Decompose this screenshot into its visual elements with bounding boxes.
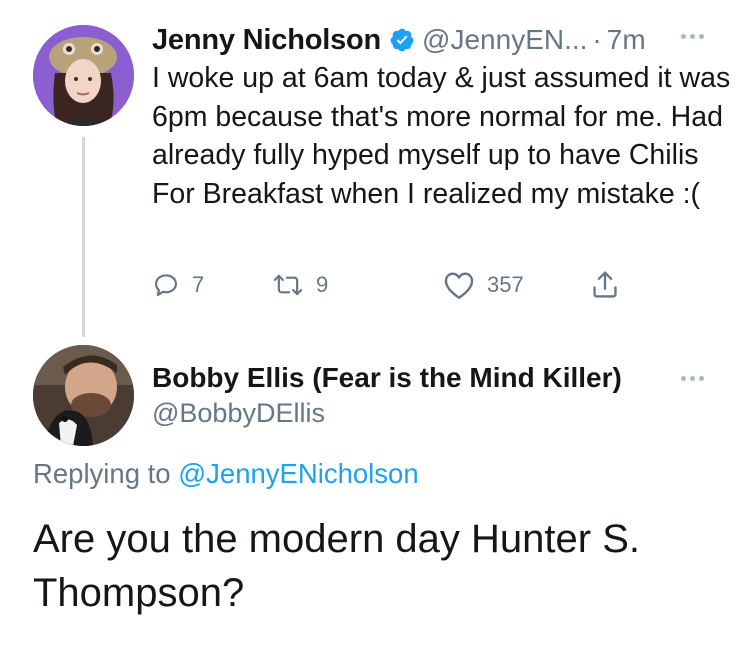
- tweet-header: Jenny Nicholson @JennyEN... · 7m: [152, 20, 646, 60]
- more-options-button[interactable]: [681, 26, 704, 46]
- avatar-bobby-image: [33, 345, 134, 446]
- more-icon: [681, 26, 704, 46]
- like-button[interactable]: 357: [443, 265, 524, 305]
- like-count: 357: [487, 272, 524, 297]
- avatar-bobby[interactable]: [33, 345, 134, 446]
- reply-count: 7: [192, 272, 205, 297]
- share-icon: [593, 271, 617, 298]
- more-icon: [681, 368, 704, 388]
- verified-badge-icon: [389, 27, 415, 53]
- tweet-actions: 7 9 357: [152, 265, 642, 305]
- author-handle[interactable]: @JennyEN...: [422, 24, 587, 56]
- reply-button[interactable]: 7: [152, 265, 204, 305]
- reply-author-handle[interactable]: @BobbyDEllis: [152, 398, 325, 429]
- reply-text: Are you the modern day Hunter S. Thompso…: [33, 517, 640, 615]
- author-name[interactable]: Jenny Nicholson: [152, 24, 381, 57]
- original-tweet[interactable]: Jenny Nicholson @JennyEN... · 7m I woke …: [0, 0, 750, 337]
- thread-connector-line: [82, 137, 85, 337]
- replying-to-line: Replying to @JennyENicholson: [33, 458, 419, 490]
- avatar-jenny[interactable]: [33, 25, 134, 126]
- replying-to-label: Replying to: [33, 458, 171, 489]
- header-separator: ·: [592, 24, 602, 55]
- like-icon: [444, 272, 474, 299]
- reply-icon: [154, 274, 178, 297]
- avatar-jenny-image: [33, 25, 134, 126]
- reply-author-name[interactable]: Bobby Ellis (Fear is the Mind Killer): [152, 362, 622, 394]
- reply-more-options-button[interactable]: [681, 368, 704, 388]
- replying-to-mention[interactable]: @JennyENicholson: [178, 458, 418, 489]
- retweet-button[interactable]: 9: [272, 265, 328, 305]
- retweet-icon: [273, 274, 303, 296]
- tweet-text: I woke up at 6am today & just assumed it…: [152, 62, 731, 211]
- tweet-timestamp[interactable]: 7m: [607, 24, 646, 56]
- retweet-count: 9: [316, 272, 329, 297]
- share-button[interactable]: [590, 265, 620, 305]
